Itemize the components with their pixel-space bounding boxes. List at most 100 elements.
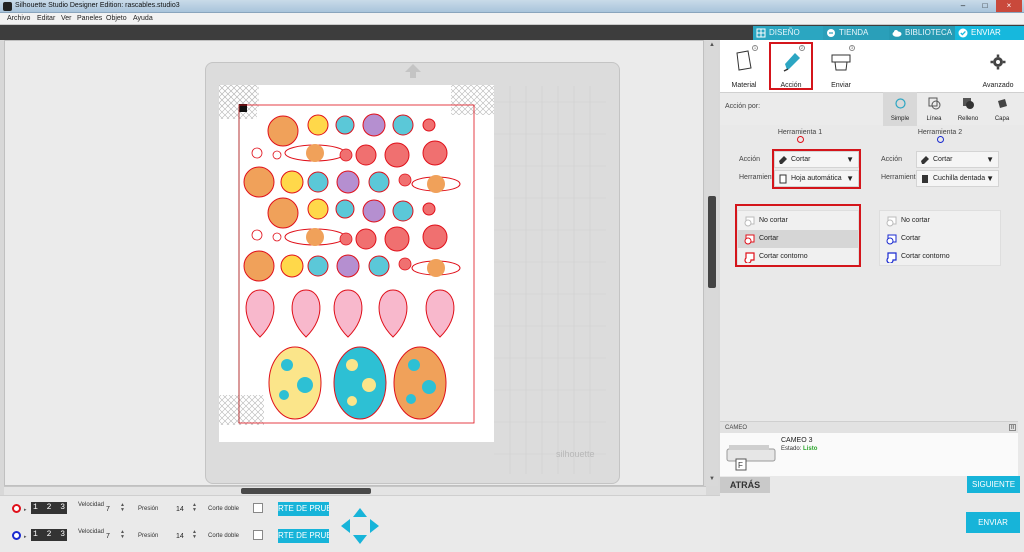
cameo-machine-icon: F	[726, 445, 776, 471]
device-panel-header: CAMEO II	[720, 421, 1018, 433]
tool1-test-cut-button[interactable]: RTE DE PRUEB	[278, 502, 329, 516]
tool1-action-label: Acción	[739, 156, 761, 163]
mode-relleno-label: Relleno	[957, 116, 979, 122]
step-enviar[interactable]: 3 Enviar	[819, 42, 863, 90]
move-up-icon[interactable]	[353, 508, 367, 517]
device-name: CAMEO 3	[781, 437, 813, 444]
vertical-scrollbar[interactable]: ▲ ▼	[706, 40, 718, 486]
balloon-stickers[interactable]	[245, 289, 455, 338]
line-mode-icon	[928, 97, 941, 110]
accion-highlight-box	[769, 42, 813, 90]
horizontal-scroll-thumb[interactable]	[241, 488, 371, 494]
load-direction-arrow-icon	[405, 64, 421, 78]
send-button[interactable]: ENVIAR	[966, 512, 1020, 533]
maximize-button[interactable]: □	[974, 0, 996, 12]
pin-panel-icon[interactable]: II	[1009, 424, 1016, 431]
tab-enviar[interactable]: ENVIAR	[955, 26, 1024, 40]
scroll-up-icon[interactable]: ▲	[708, 42, 716, 50]
tab-tienda[interactable]: TIENDA	[823, 26, 889, 40]
horizontal-scrollbar[interactable]	[4, 486, 706, 495]
device-status: Estado: Listo	[781, 446, 818, 452]
tab-biblioteca[interactable]: BIBLIOTECA	[889, 26, 955, 40]
tool2-row-arrow-icon: ▸	[24, 534, 27, 540]
tool1-pressure-value[interactable]: 14	[176, 506, 184, 513]
mode-simple[interactable]: Simple	[883, 92, 917, 126]
tool1-header-label: Herramienta 1	[777, 129, 823, 136]
tool2-action-dropdown[interactable]: Cortar ▼	[916, 151, 999, 168]
menu-objeto[interactable]: Objeto	[106, 15, 127, 22]
tool1-double-cut-checkbox[interactable]	[253, 503, 263, 513]
tool2-option-cortar[interactable]: Cortar	[880, 230, 1000, 248]
tool2-speed-value[interactable]: 7	[106, 533, 110, 540]
device-status-value: Listo	[803, 446, 818, 452]
minimize-button[interactable]: –	[952, 0, 974, 12]
blade-move-arrows[interactable]	[340, 507, 380, 545]
menu-archivo[interactable]: Archivo	[7, 15, 30, 22]
chevron-down-icon: ▼	[986, 174, 994, 183]
no-cut-icon	[886, 216, 897, 227]
tool2-speed-label: Velocidad	[78, 529, 105, 535]
egg-stickers[interactable]	[268, 346, 447, 420]
tool1-speed-value[interactable]: 7	[106, 506, 110, 513]
move-down-icon[interactable]	[353, 535, 367, 544]
tool1-pressure-label: Presión	[138, 506, 159, 512]
chevron-down-icon: ▼	[986, 155, 994, 164]
tool2-blade-setting[interactable]: 1 2 3	[31, 529, 67, 541]
move-right-icon[interactable]	[370, 519, 379, 533]
tool2-speed-stepper[interactable]: ▲ ▼	[120, 530, 125, 540]
menu-editar[interactable]: Editar	[37, 15, 55, 22]
store-icon	[827, 29, 835, 37]
step-material-badge: 1	[752, 45, 758, 51]
menu-paneles[interactable]: Paneles	[77, 15, 102, 22]
mode-linea-label: Línea	[926, 116, 942, 122]
tool2-pressure-stepper[interactable]: ▲ ▼	[192, 530, 197, 540]
tool2-pressure-value[interactable]: 14	[176, 533, 184, 540]
tool2-color-dot	[936, 136, 944, 143]
tool1-row-dot	[12, 504, 21, 513]
tab-diseno[interactable]: DISEÑO	[753, 26, 823, 40]
move-left-icon[interactable]	[341, 519, 350, 533]
tool2-tool-dropdown[interactable]: Cuchilla dentada ▼	[916, 170, 999, 187]
tool2-header-label: Herramienta 2	[917, 129, 963, 136]
tool2-tool-value: Cuchilla dentada	[933, 175, 986, 182]
tool2-double-cut-checkbox[interactable]	[253, 530, 263, 540]
next-button[interactable]: SIGUIENTE	[967, 476, 1020, 493]
title-bar: Silhouette Studio Designer Edition: rasc…	[0, 0, 1024, 13]
fill-mode-icon	[963, 98, 974, 109]
tool1-highlight-box	[772, 149, 861, 189]
tool2-option-cortar-contorno[interactable]: Cortar contorno	[880, 248, 1000, 266]
tool1-blade-setting[interactable]: 1 2 3	[31, 502, 67, 514]
material-icon	[736, 50, 752, 71]
mode-capa[interactable]: Capa	[985, 92, 1019, 126]
mode-relleno[interactable]: Relleno	[951, 92, 985, 126]
tool1-double-cut-label: Corte doble	[208, 506, 240, 512]
advanced-button[interactable]: Avanzado	[976, 42, 1020, 90]
layer-mode-icon	[998, 99, 1007, 108]
blade-icon	[921, 156, 929, 164]
window-title: Silhouette Studio Designer Edition: rasc…	[15, 2, 180, 9]
tool1-pressure-stepper[interactable]: ▲ ▼	[192, 503, 197, 513]
design-layout[interactable]	[219, 85, 494, 442]
tool2-option-no-cortar[interactable]: No cortar	[880, 212, 1000, 230]
tool1-speed-stepper[interactable]: ▲ ▼	[120, 503, 125, 513]
tool2-cut-options: No cortar Cortar Cortar contorno	[879, 210, 1001, 266]
check-icon	[958, 28, 968, 38]
tool2-action-label: Acción	[881, 156, 903, 163]
tab-biblioteca-label: BIBLIOTECA	[905, 28, 953, 37]
menu-ayuda[interactable]: Ayuda	[133, 15, 153, 22]
scroll-down-icon[interactable]: ▼	[708, 476, 716, 484]
close-button[interactable]: ×	[996, 0, 1022, 12]
device-panel: F	[720, 433, 1018, 476]
vertical-scroll-thumb[interactable]	[708, 196, 716, 288]
step-enviar-label: Enviar	[831, 82, 851, 89]
step-material[interactable]: 1 Material	[722, 42, 766, 90]
menu-bar: Archivo Editar Ver Paneles Objeto Ayuda	[0, 13, 1024, 25]
planet-stickers[interactable]	[243, 113, 461, 282]
tool2-test-cut-button[interactable]: RTE DE PRUEB	[278, 529, 329, 543]
device-panel-title: CAMEO	[725, 425, 748, 431]
menu-ver[interactable]: Ver	[61, 15, 72, 22]
mode-linea[interactable]: Línea	[917, 92, 951, 126]
tool1-row-arrow-icon: ▸	[24, 507, 27, 513]
back-button[interactable]: ATRÁS	[720, 477, 770, 493]
step-enviar-badge: 3	[849, 45, 855, 51]
